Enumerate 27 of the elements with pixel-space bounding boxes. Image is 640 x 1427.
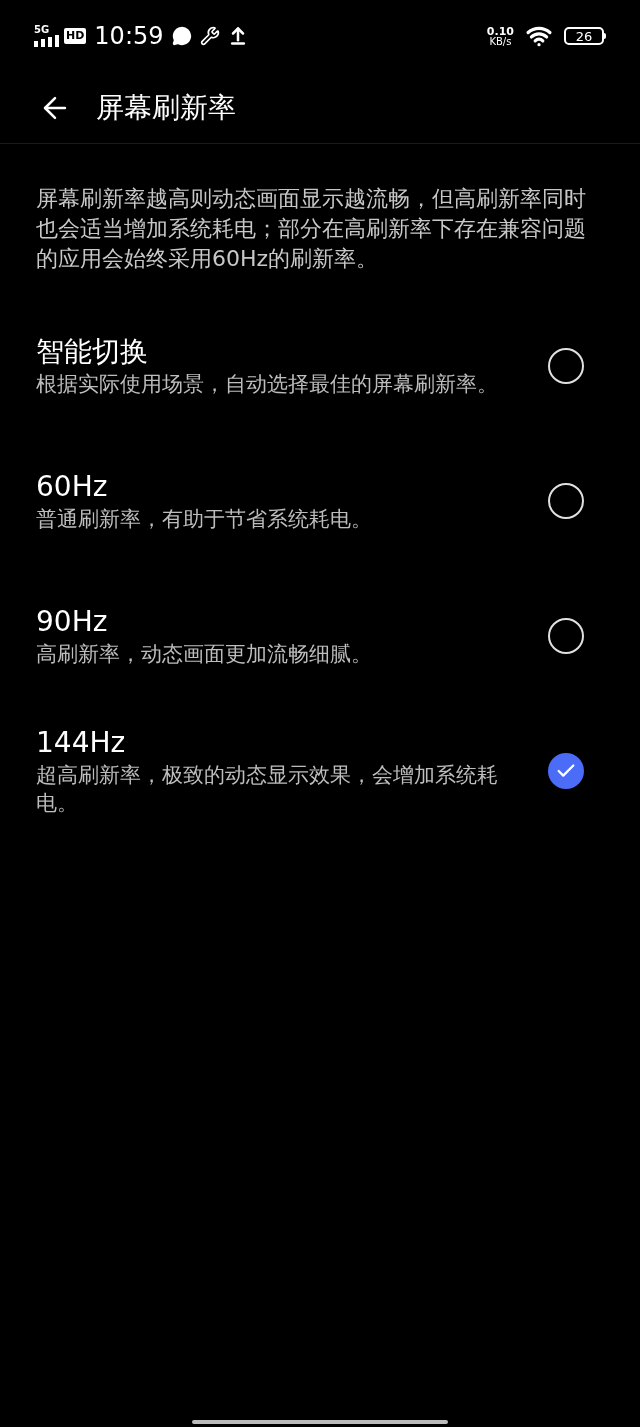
refresh-rate-option[interactable]: 60Hz 普通刷新率，有助于节省系统耗电。	[0, 433, 640, 568]
description-text: 屏幕刷新率越高则动态画面显示越流畅，但高刷新率同时也会适当增加系统耗电；部分在高刷新率下存在兼容问题的应用会始终采用60Hz的刷新率。	[35, 185, 587, 273]
tools-icon	[199, 26, 220, 46]
signal-icon	[34, 35, 60, 47]
refresh-rate-option[interactable]: 智能切换 根据实际使用场景，自动选择最佳的屏幕刷新率。	[0, 298, 640, 433]
option-description: 根据实际使用场景，自动选择最佳的屏幕刷新率。	[36, 370, 499, 398]
clock-time: 10:59	[94, 21, 164, 52]
option-title: 60Hz	[36, 468, 109, 505]
radio-button[interactable]	[548, 482, 584, 519]
option-title: 144Hz	[36, 724, 127, 761]
network-label: 5G	[34, 25, 50, 35]
option-description: 超高刷新率，极致的动态显示效果，会增加系统耗电。	[36, 761, 499, 817]
option-title: 90Hz	[36, 603, 109, 640]
speed-value: 0.10	[486, 25, 514, 37]
option-title: 智能切换	[36, 333, 149, 370]
page-title: 屏幕刷新率	[96, 89, 236, 126]
battery-level-text: 26	[575, 29, 593, 43]
radio-button[interactable]	[548, 752, 584, 789]
option-description: 高刷新率，动态画面更加流畅细腻。	[36, 640, 373, 668]
refresh-rate-option[interactable]: 90Hz 高刷新率，动态画面更加流畅细腻。	[0, 568, 640, 703]
hd-badge: HD	[64, 28, 87, 44]
option-description: 普通刷新率，有助于节省系统耗电。	[36, 505, 373, 533]
speed-unit: KB/s	[489, 36, 512, 47]
chat-bubble-icon	[171, 26, 192, 46]
radio-button[interactable]	[548, 347, 584, 384]
radio-button[interactable]	[548, 617, 584, 654]
refresh-rate-option[interactable]: 144Hz 超高刷新率，极致的动态显示效果，会增加系统耗电。	[0, 703, 640, 838]
